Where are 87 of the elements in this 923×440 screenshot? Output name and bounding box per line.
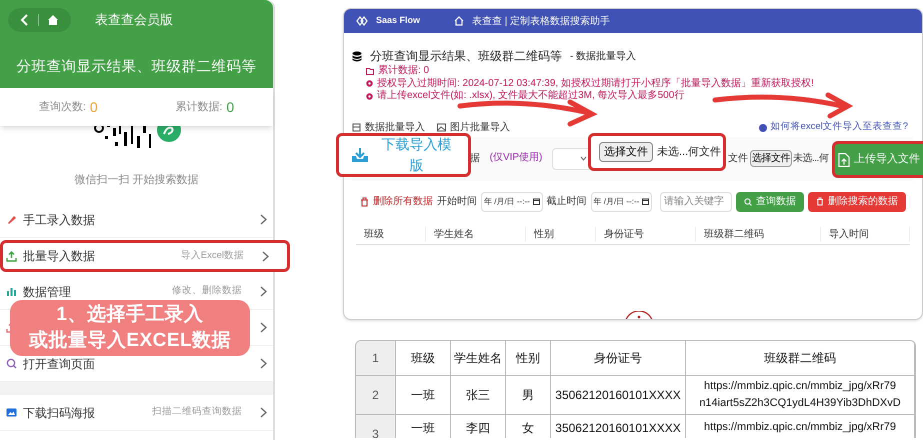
stat-value: 0 — [226, 98, 234, 116]
file-upload-icon — [838, 152, 850, 168]
delete-found-button[interactable]: 删除搜索的数据 — [808, 192, 906, 212]
database-icon — [352, 50, 362, 62]
table-cell: 一班 — [396, 376, 451, 414]
chevron-right-icon — [260, 358, 267, 369]
field-label: 开始时间 — [437, 194, 477, 209]
table-cell: 35062120160101XXXX — [551, 415, 686, 438]
caret-icon — [580, 156, 587, 161]
menu-item[interactable]: 批量导入数据 导入Excel数据 — [0, 240, 290, 272]
notice-text: 累计数据: 0 — [378, 66, 430, 76]
chevron-right-icon — [260, 407, 267, 418]
banner-title: 分班查询显示结果、班级群二维码等 — [16, 58, 258, 77]
delete-all-button[interactable]: 删除所有数据 — [360, 194, 433, 209]
file-input[interactable]: 选择文件 未选...何文件 — [588, 133, 726, 171]
column-header: 身份证号 — [596, 226, 696, 242]
date-field[interactable]: 年 /月/日 --:-- — [481, 192, 542, 212]
calendar-icon — [642, 198, 649, 205]
column-header: 性别 — [526, 226, 596, 242]
bar-chart-icon — [6, 286, 17, 297]
table-cell: https://mmbiz.qpic.cn/mmbiz_jpg/xRr79 n14iart5sZ2h3CQ1ydL4H39Yib3DhDXvD — [686, 376, 915, 414]
chevron-right-icon — [260, 214, 267, 225]
row-number: 3 — [356, 415, 396, 438]
notice-text: 请上传excel文件(如: .xlsx), 文件最大不能超过3M, 每次导入最多500行 — [377, 91, 684, 102]
trash-icon — [816, 197, 824, 206]
table-cell: 学生姓名 — [451, 341, 506, 375]
download-icon — [351, 147, 369, 163]
tab[interactable]: 数据批量导入 — [352, 120, 425, 135]
stat-label: 累计数据: — [175, 100, 222, 115]
table-cell: 男 — [506, 376, 551, 414]
stat-label: 查询次数: — [38, 100, 86, 115]
file-name: 未选...何 — [793, 152, 828, 166]
chevron-right-icon — [260, 286, 267, 297]
table-icon — [352, 123, 361, 132]
notice-text: 授权导入过期时间: 2024-07-12 03:47:39, 如授权过期请打开小程序「批量导入数据」重新获取授权! — [377, 78, 814, 89]
field-label: 据 — [470, 152, 480, 166]
column-header: 学生姓名 — [426, 226, 526, 242]
field-label: 截止时间 — [546, 194, 586, 209]
row-number: 2 — [356, 376, 396, 414]
table-cell: 35062120160101XXXX — [551, 376, 686, 414]
table-cell: 张三 — [451, 376, 506, 414]
chevron-right-icon — [262, 250, 269, 262]
chevron-right-icon — [260, 322, 267, 333]
table-cell: 女 — [506, 415, 551, 438]
back-button[interactable] — [20, 14, 30, 26]
breadcrumb: 表查查 | 定制表格数据搜索助手 — [472, 14, 610, 28]
image-icon — [437, 123, 446, 132]
file-name: 未选...何文件 — [657, 144, 722, 160]
table-cell: 李四 — [451, 415, 506, 438]
search-icon — [744, 198, 752, 206]
qr-caption: 微信扫一扫 开始搜索数据 — [73, 172, 200, 188]
brand-name: Saas Flow — [376, 14, 422, 28]
search-icon — [6, 358, 17, 369]
trash-icon — [360, 196, 369, 206]
pencil-icon — [6, 214, 17, 225]
page-title: 分班查询显示结果、班级群二维码等 — [370, 48, 562, 64]
search-field[interactable]: 请输入关键字 — [660, 192, 732, 212]
stat-value: 0 — [90, 98, 98, 116]
table-cell: 班级群二维码 — [686, 341, 915, 375]
home-button[interactable] — [47, 14, 59, 26]
table-cell: 班级 — [396, 341, 451, 375]
page-subtitle: - 数据批量导入 — [570, 50, 636, 64]
folder-icon — [366, 68, 374, 75]
home-icon — [454, 16, 464, 26]
vip-note: (仅VIP使用) — [488, 152, 544, 165]
column-header: 班级群二维码 — [696, 226, 821, 242]
table-cell: https://mmbiz.qpic.cn/mmbiz_jpg/xRr79 — [686, 415, 915, 438]
calendar-icon — [532, 198, 540, 205]
choose-file-button[interactable]: 选择文件 — [750, 150, 792, 167]
help-icon — [758, 124, 767, 132]
table-cell: 性别 — [506, 341, 551, 375]
image-icon — [6, 407, 17, 418]
file-input[interactable]: 选择文件 未选...何 — [750, 150, 828, 167]
table-cell: 身份证号 — [551, 341, 686, 375]
choose-file-button[interactable]: 选择文件 — [599, 142, 653, 162]
select-field[interactable] — [552, 148, 592, 170]
date-field[interactable]: 年 /月/日 --:-- — [590, 192, 652, 212]
table-cell: 一班 — [396, 415, 451, 438]
column-header: 班级 — [356, 226, 426, 242]
tab[interactable]: 图片批量导入 — [437, 120, 510, 135]
field-label: 文件 — [728, 152, 748, 166]
nav-title: 表查查会员版 — [95, 11, 173, 30]
help-link[interactable]: 如何将excel文件导入至表查查? — [758, 120, 908, 135]
row-number: 1 — [356, 341, 396, 375]
upload-icon — [6, 250, 17, 262]
column-header: 导入时间 — [821, 226, 910, 242]
logo-icon — [356, 16, 368, 26]
